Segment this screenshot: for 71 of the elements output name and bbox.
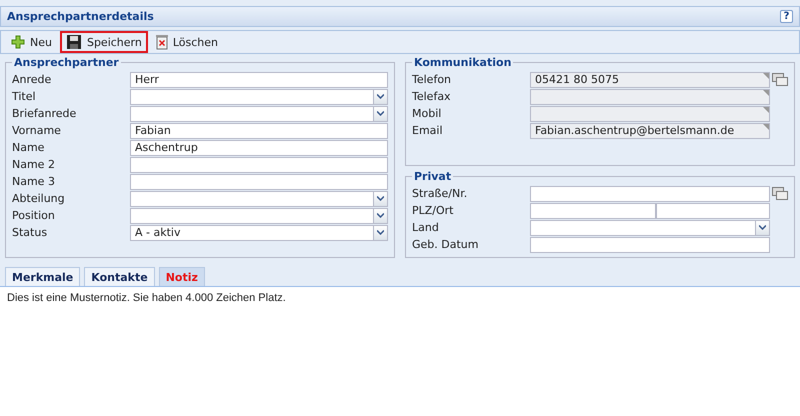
cards-icon [772,187,788,200]
panel-title: Ansprechpartnerdetails [7,10,154,23]
field-value: Aschentrup [135,141,198,154]
toolbar-button[interactable]: Speichern [60,31,148,53]
field-label: Abteilung [12,192,66,205]
text-field[interactable] [530,186,770,202]
field-label: Name 3 [12,175,56,188]
group-title: Privat [413,170,452,183]
cards-icon [772,73,788,86]
field-label: PLZ/Ort [412,204,454,217]
field-label: Anrede [12,73,52,86]
dropdown-field[interactable] [130,190,374,206]
field-label: Straße/Nr. [412,187,468,200]
field-label: Name 2 [12,158,56,171]
text-field[interactable]: Herr [130,72,388,88]
field-label: Geb. Datum [412,238,480,251]
field-label: Titel [12,90,37,103]
text-field[interactable] [130,174,388,190]
caret-icon [377,230,384,235]
dropdown-field[interactable] [130,106,374,122]
text-field[interactable]: Fabian.aschentrup@bertelsmann.de [530,122,770,138]
text-field[interactable] [530,202,656,218]
trash-icon [156,34,168,50]
field-label: Vorname [12,124,62,137]
tab[interactable]: Merkmale [5,267,80,286]
text-field[interactable]: Aschentrup [130,140,388,156]
toolbar-button[interactable]: Neu [5,31,58,53]
field-value: Herr [135,73,159,86]
dropdown-trigger[interactable] [374,208,388,224]
dropdown-trigger[interactable] [374,190,388,206]
caret-icon [377,213,384,218]
plus-icon [11,35,25,49]
text-field[interactable] [656,202,770,218]
text-field[interactable]: 05421 80 5075 [530,72,770,88]
dropdown-field[interactable] [130,208,374,224]
text-field[interactable] [530,106,770,122]
caret-icon [377,94,384,99]
caret-icon [377,111,384,116]
field-label: Briefanrede [12,107,78,120]
dropdown-trigger[interactable] [756,220,770,236]
text-field[interactable] [530,236,770,252]
field-value: Fabian.aschentrup@bertelsmann.de [535,124,734,137]
dropdown-field[interactable]: A - aktiv [130,224,374,240]
caret-icon [377,196,384,201]
text-field[interactable]: Fabian [130,122,388,138]
dropdown-trigger[interactable] [374,224,388,240]
group-title: Kommunikation [413,56,512,69]
text-field[interactable] [130,156,388,172]
toolbar-button[interactable]: Löschen [150,31,224,53]
help-button[interactable]: ? [780,10,793,23]
caret-icon [759,225,766,230]
field-label: Telefon [412,73,452,86]
dropdown-field[interactable] [130,88,374,104]
note-text: Dies ist eine Musternotiz. Sie haben 4.000 Zeichen Platz. [7,292,286,304]
field-label: Land [412,221,440,234]
field-label: Status [12,226,48,239]
text-field[interactable] [530,88,770,104]
dropdown-trigger[interactable] [374,106,388,122]
field-label: Mobil [412,107,442,120]
field-value: 05421 80 5075 [535,73,619,86]
field-label: Name [12,141,46,154]
field-value: A - aktiv [135,226,180,239]
group-title: Ansprechpartner [13,56,120,69]
dropdown-field[interactable] [530,220,756,236]
field-value: Fabian [135,124,171,137]
tab[interactable]: Kontakte [84,267,155,286]
dropdown-trigger[interactable] [374,88,388,104]
field-label: Position [12,209,56,222]
field-label: Email [412,124,444,137]
field-label: Telefax [412,90,452,103]
note-area[interactable]: Dies ist eine Musternotiz. Sie haben 4.000 Zeichen Platz. [0,286,800,416]
